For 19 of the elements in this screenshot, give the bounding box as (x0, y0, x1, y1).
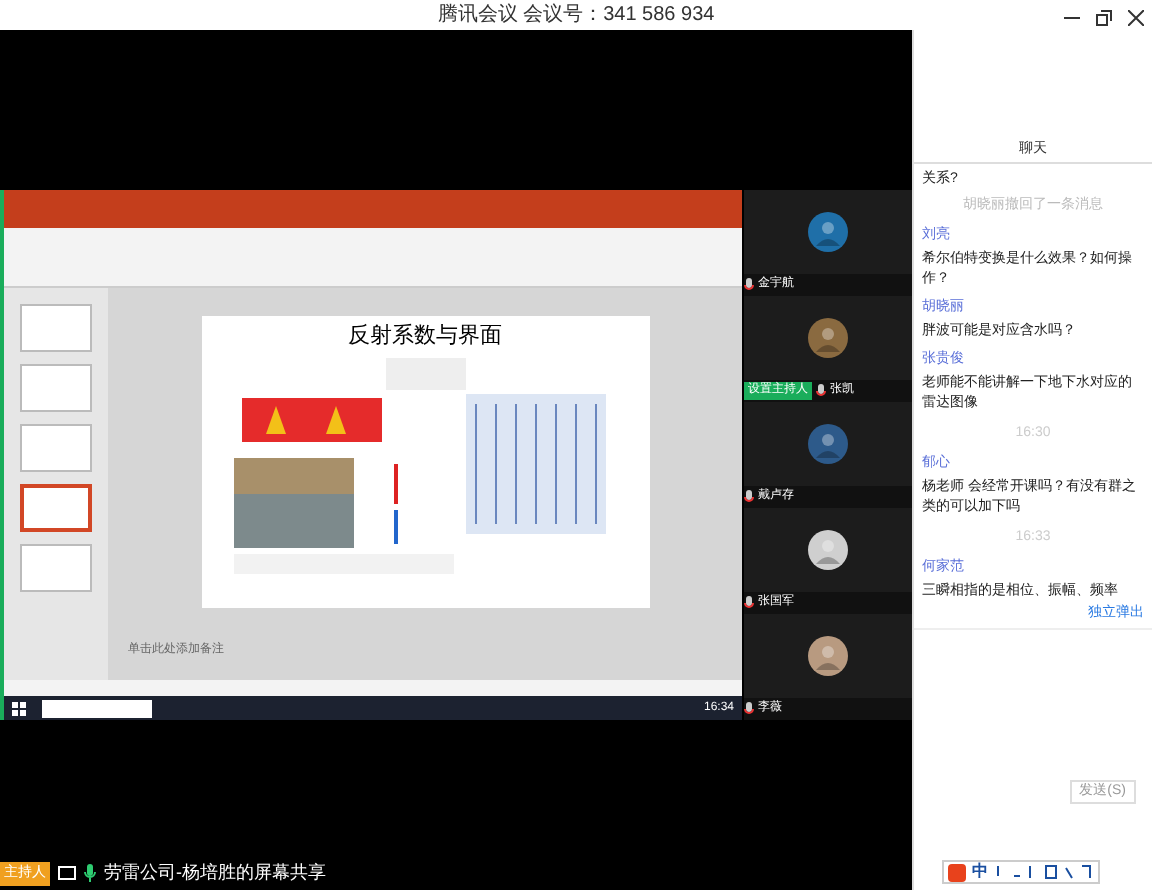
slide-thumbnail[interactable] (20, 544, 92, 592)
close-icon[interactable] (1128, 10, 1144, 26)
slide-thumbnail[interactable] (20, 304, 92, 352)
slide-thumbnail[interactable] (20, 424, 92, 472)
microphone-icon (84, 864, 96, 882)
taskbar-search-box[interactable] (42, 699, 152, 717)
screen-share-icon (58, 865, 76, 881)
ime-mode[interactable]: 中 (972, 860, 988, 884)
slide-thumbnail[interactable] (20, 484, 92, 532)
restore-icon[interactable] (1096, 10, 1112, 26)
windows-start-icon[interactable] (12, 701, 26, 715)
screen-share-label: 劳雷公司-杨培胜的屏幕共享 (104, 859, 326, 886)
slide-title: 反射系数与界面 (348, 320, 502, 352)
microphone-icon (744, 701, 754, 715)
window-title: 腾讯会议 会议号：341 586 934 (437, 1, 715, 30)
toolbar-icons-drawing[interactable] (994, 864, 1094, 880)
input-method-icon[interactable] (948, 863, 966, 881)
microphone-icon (816, 383, 826, 397)
slide-thumbnail[interactable] (20, 364, 92, 412)
